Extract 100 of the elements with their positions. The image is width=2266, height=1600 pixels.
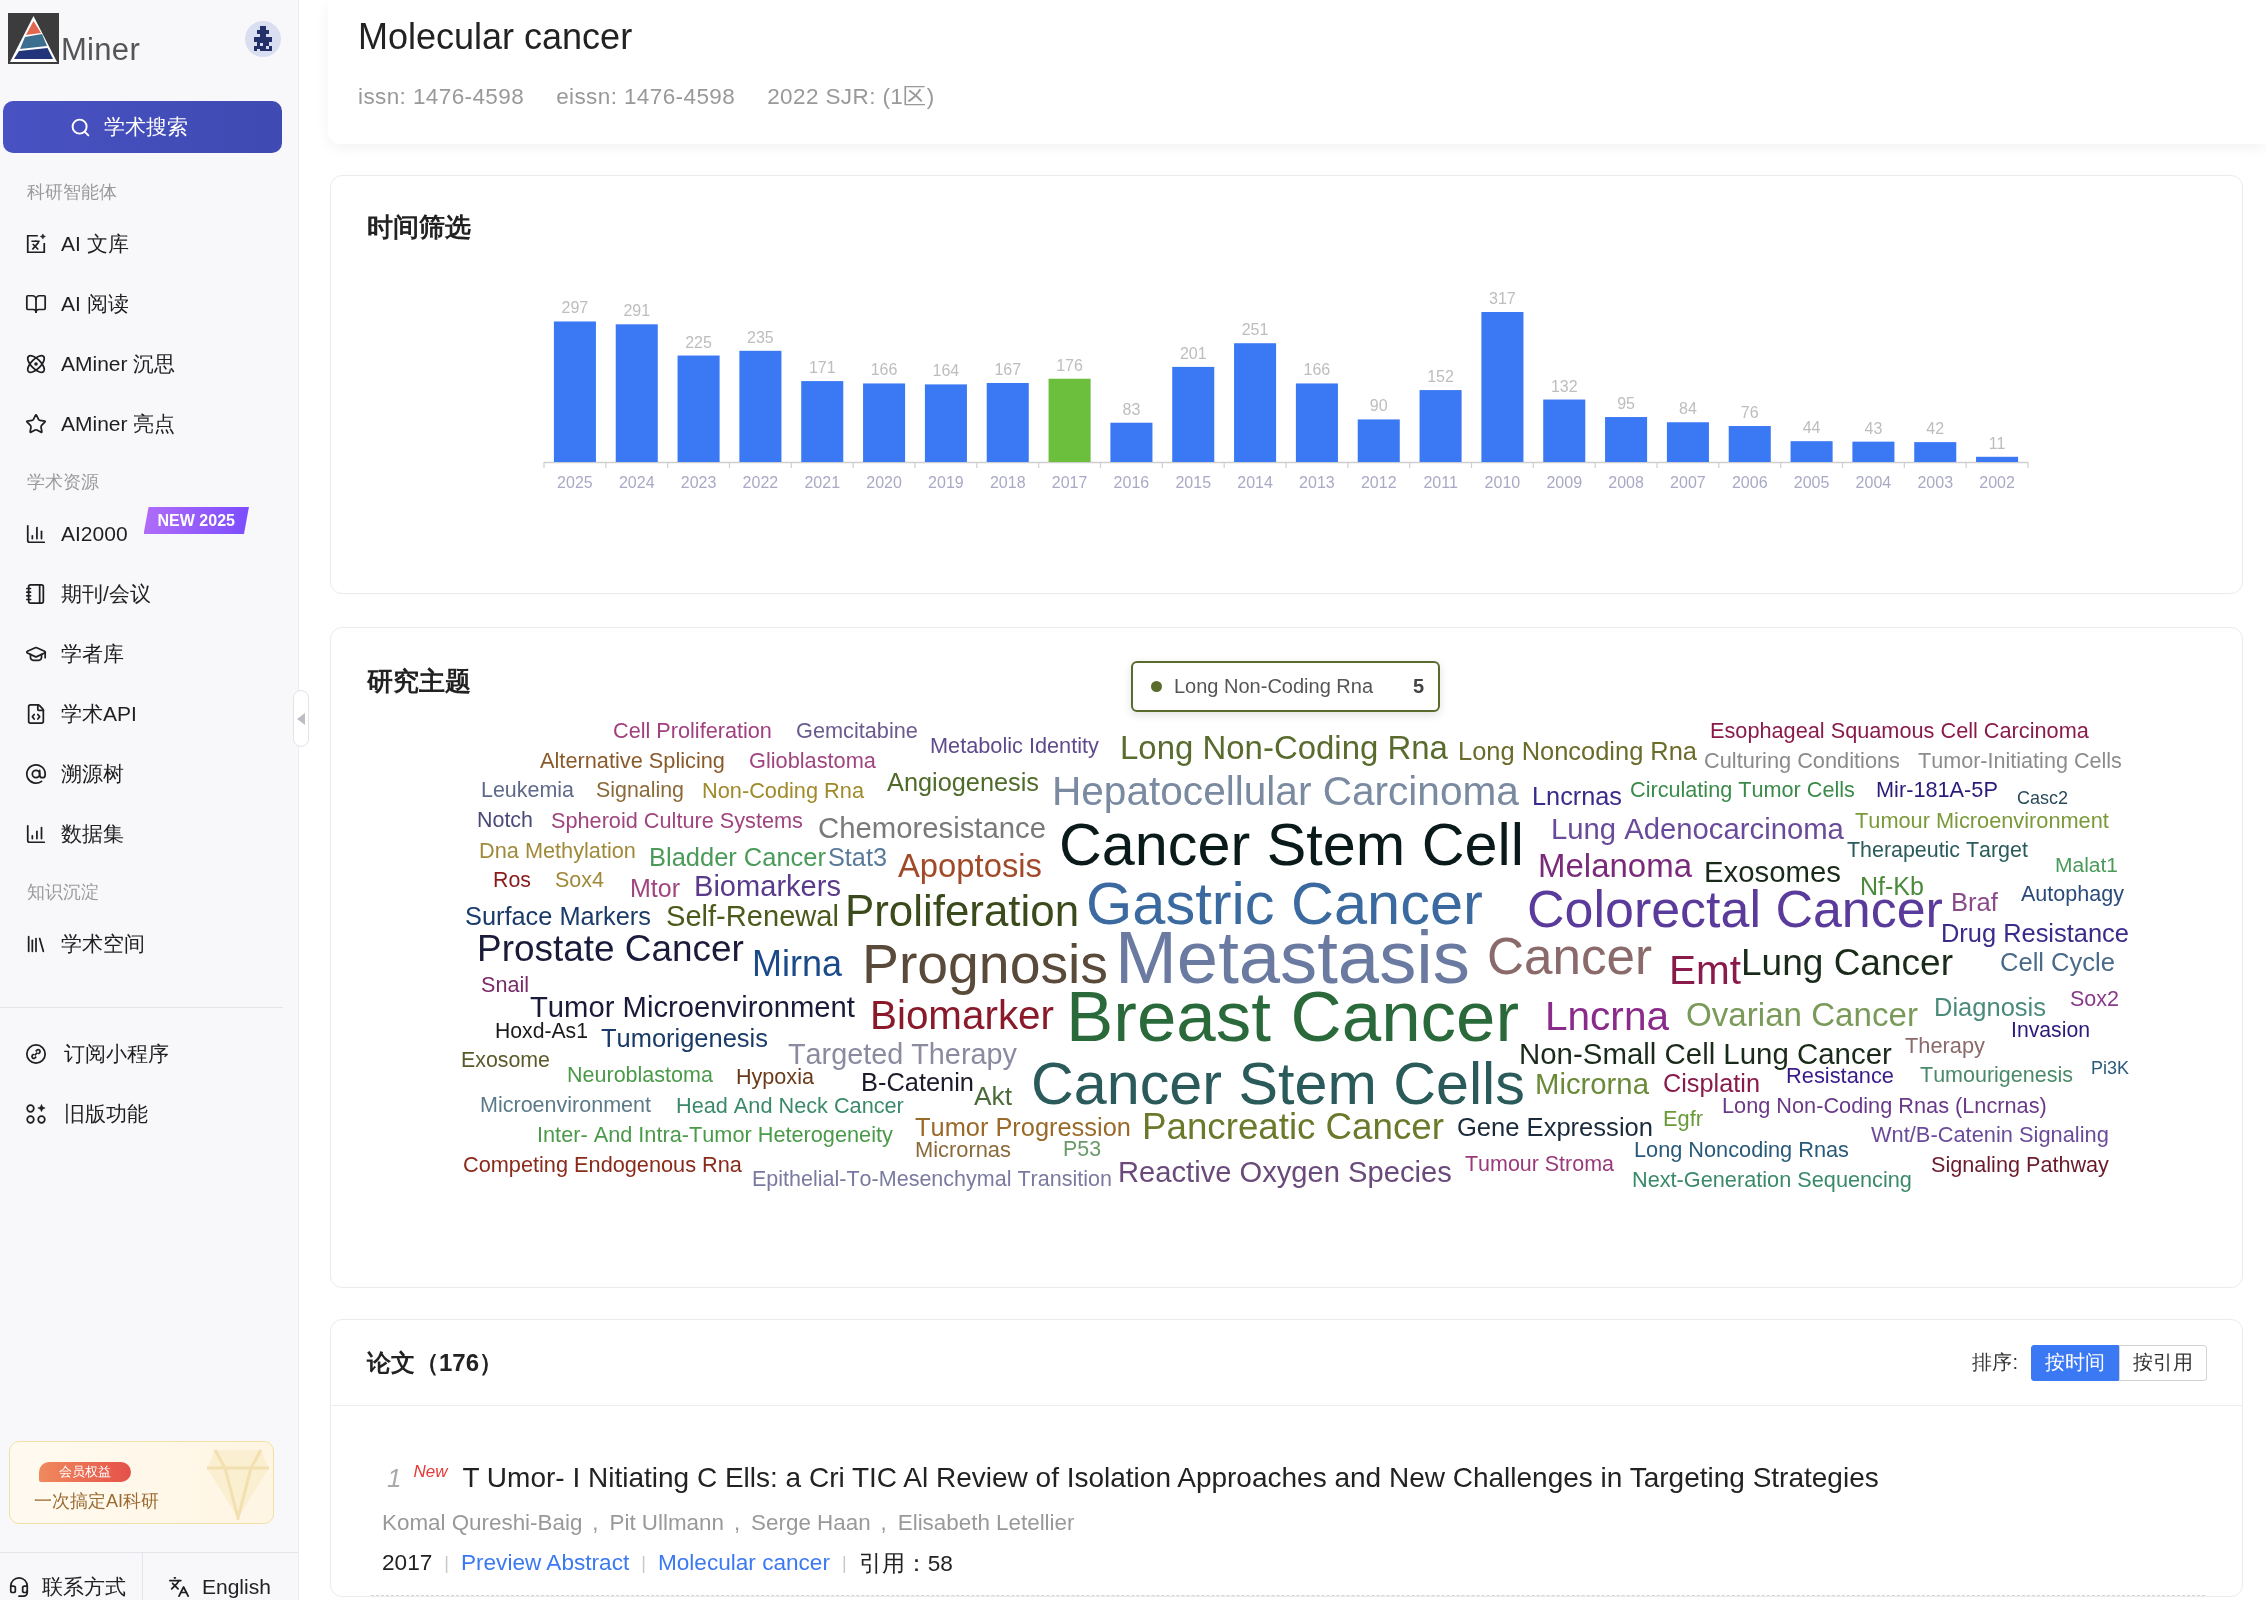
topic-word[interactable]: Ros [493,871,531,890]
topic-word[interactable]: Lncrnas [1532,786,1622,807]
nav-item[interactable]: 学术空间 [25,931,145,957]
topic-word[interactable]: Cancer [1487,935,1652,977]
topic-word[interactable]: Pi3K [2091,1060,2129,1075]
topic-word[interactable]: Circulating Tumor Cells [1630,780,1855,802]
topic-word[interactable]: Leukemia [481,781,574,800]
topic-word[interactable]: Resistance [1786,1066,1894,1085]
topic-word[interactable]: Self-Renewal [666,905,839,929]
bar[interactable] [801,381,844,462]
topic-word[interactable]: Epithelial-To-Mesenchymal Transition [752,1170,1112,1192]
topic-word[interactable]: Sox2 [2070,990,2119,1009]
bar[interactable] [1110,422,1153,462]
topic-word[interactable]: Pancreatic Cancer [1142,1112,1444,1143]
topic-word[interactable]: Metabolic Identity [930,736,1099,758]
topic-word[interactable]: Biomarkers [694,875,841,899]
bar[interactable] [1605,417,1648,462]
topic-word[interactable]: Next-Generation Sequencing [1632,1170,1912,1192]
topic-word[interactable]: Reactive Oxygen Species [1118,1161,1452,1190]
topic-word[interactable]: Tumour Stroma [1465,1155,1614,1174]
topic-word[interactable]: Microenvironment [480,1096,651,1115]
topic-word[interactable]: Cell Proliferation [613,721,772,740]
topic-word[interactable]: Lung Adenocarcinoma [1551,817,1844,846]
topic-word[interactable]: Stat3 [828,847,887,868]
bar[interactable] [677,355,720,462]
bar[interactable] [1976,456,2019,462]
bar[interactable] [615,324,658,462]
topic-word[interactable]: Cell Cycle [2000,951,2115,977]
bar[interactable] [986,383,1029,462]
topic-word[interactable]: Proliferation [845,893,1080,929]
topic-word[interactable]: Mtor [630,878,680,899]
topic-word[interactable]: Alternative Splicing [540,751,725,773]
topic-word[interactable]: Inter- And Intra-Tumor Heterogeneity [537,1125,893,1147]
topic-word[interactable]: Gene Expression [1457,1116,1653,1142]
topic-word[interactable]: Competing Endogenous Rna [463,1155,742,1177]
nav-item[interactable]: AI2000 [25,521,128,547]
topic-word[interactable]: Drug Resistance [1941,922,2129,948]
bar[interactable] [1543,399,1586,462]
collapse-handle[interactable] [293,690,309,747]
topic-word[interactable]: Micrornas [915,1140,1011,1159]
topic-word[interactable]: Gastric Cancer [1086,880,1483,929]
topic-word[interactable]: Long Non-Coding Rnas (Lncrnas) [1722,1096,2047,1118]
topic-word[interactable]: Casc2 [2017,790,2068,805]
sort-button[interactable]: 按引用 [2119,1344,2207,1381]
nav-item[interactable]: AMiner 亮点 [25,411,176,437]
bar[interactable] [1419,390,1462,462]
bar[interactable] [1728,426,1771,462]
topic-word[interactable]: Angiogenesis [887,772,1039,797]
nav-item[interactable]: 学者库 [25,641,124,667]
topic-word[interactable]: Akt [974,1086,1012,1108]
topic-word[interactable]: Microrna [1535,1072,1649,1096]
topic-word[interactable]: Signaling Pathway [1931,1155,2109,1177]
topic-word[interactable]: Tumourigenesis [1920,1066,2073,1088]
topic-word[interactable]: Long Noncoding Rna [1458,740,1697,766]
topic-word[interactable]: Head And Neck Cancer [676,1096,904,1115]
topic-word[interactable]: Autophagy [2021,885,2124,907]
bar[interactable] [1234,343,1277,462]
topic-word[interactable]: Diagnosis [1934,996,2046,1022]
topic-word[interactable]: Exosome [461,1052,550,1070]
nav-item[interactable]: AMiner 沉思 [25,351,176,377]
bar[interactable] [1295,383,1338,462]
topic-word[interactable]: Invasion [2011,1021,2090,1039]
bar[interactable] [863,383,906,462]
topic-word[interactable]: Wnt/B-Catenin Signaling [1871,1125,2109,1147]
topic-word[interactable]: Notch [477,811,533,830]
bar[interactable] [1914,442,1957,462]
topic-word[interactable]: Tumor Progression [915,1116,1131,1142]
nav-item[interactable]: 订阅小程序 [25,1041,169,1067]
topic-word[interactable]: Metastasis [1115,928,1470,989]
bar[interactable] [1666,422,1709,462]
paper-title-link[interactable]: T Umor- I Nitiating C Ells: a Cri TIC Al Review of Isolation Approaches and New Challenges in Targeting Strategies [462,1462,1879,1494]
topic-word[interactable]: Neuroblastoma [567,1066,713,1085]
search-button[interactable]: 学术搜索 [3,101,282,153]
bar[interactable] [739,350,782,462]
nav-item[interactable]: 旧版功能 [25,1101,148,1127]
topic-word[interactable]: Therapy [1905,1036,1985,1058]
topic-word[interactable]: Long Noncoding Rnas [1634,1140,1849,1162]
topic-word[interactable]: Exosomes [1704,860,1841,884]
topic-word[interactable]: Spheroid Culture Systems [551,811,803,833]
topic-word[interactable]: Biomarker [870,998,1054,1032]
topic-word[interactable]: Mirna [752,949,843,979]
topic-word[interactable]: Snail [481,975,529,994]
topic-word[interactable]: B-Catenin [861,1071,974,1093]
topic-word[interactable]: Prostate Cancer [477,934,744,965]
topic-word[interactable]: Hoxd-As1 [495,1022,588,1040]
sort-button[interactable]: 按时间 [2031,1344,2119,1381]
bar[interactable] [1357,419,1400,462]
topic-word[interactable]: Hepatocellular Carcinoma [1052,774,1519,815]
paper-link[interactable]: Preview Abstract [460,1550,630,1576]
bar[interactable] [1852,441,1895,462]
nav-item[interactable]: 数据集 [25,821,124,847]
nav-item[interactable]: 学术API [25,701,137,727]
topic-word[interactable]: Lncrna [1545,999,1669,1033]
topic-word[interactable]: Apoptosis [898,853,1042,886]
topic-word[interactable]: Lung Cancer [1741,948,1953,985]
topic-word[interactable]: Chemoresistance [818,816,1046,840]
topic-word[interactable]: Melanoma [1538,853,1692,880]
topic-word[interactable]: Mir-181A-5P [1876,780,1998,799]
topic-word[interactable]: Glioblastoma [749,751,876,770]
bar[interactable] [1172,366,1215,462]
